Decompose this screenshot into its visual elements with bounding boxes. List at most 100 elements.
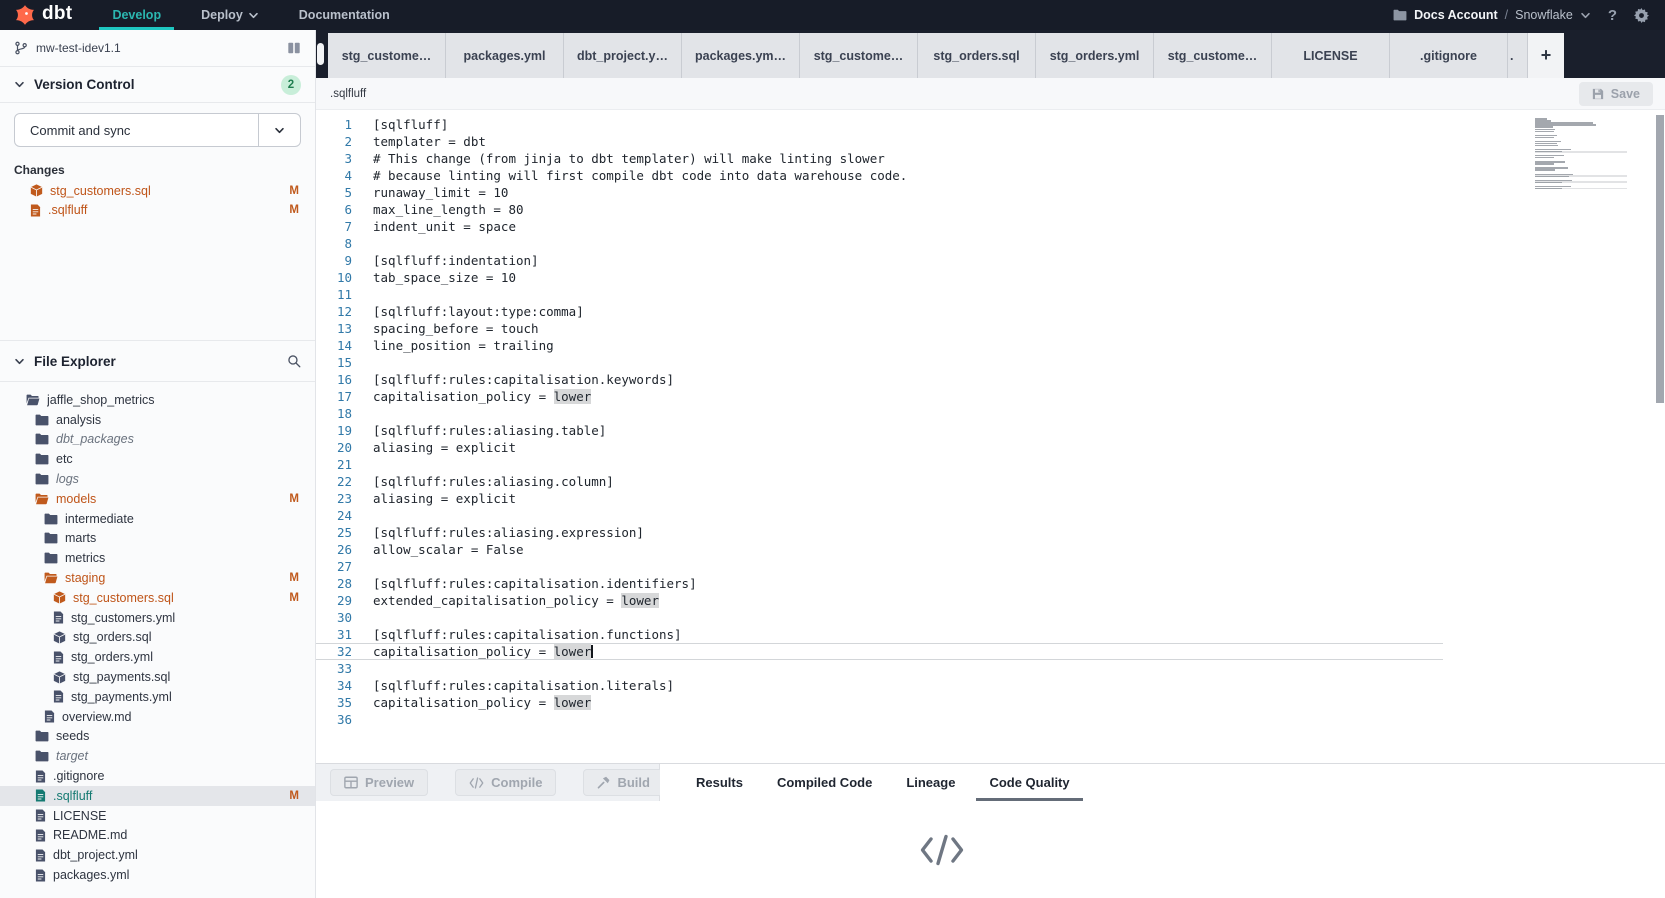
file-explorer-header[interactable]: File Explorer (0, 340, 315, 382)
panel-tab-lineage[interactable]: Lineage (906, 764, 955, 801)
code-line[interactable]: 27 (316, 558, 1665, 575)
file-tab[interactable]: packages.ym… (682, 33, 800, 78)
file-tree-item[interactable]: stg_payments.sql (0, 667, 315, 687)
file-tree-item[interactable]: dbt_packages (0, 430, 315, 450)
commit-and-sync-button[interactable]: Commit and sync (14, 113, 301, 147)
code-line[interactable]: 5runaway_limit = 10 (316, 184, 1665, 201)
code-line[interactable]: 14line_position = trailing (316, 337, 1665, 354)
save-button[interactable]: Save (1579, 82, 1653, 106)
file-tree-item[interactable]: stg_payments.yml (0, 687, 315, 707)
file-tab[interactable]: stg_custome… (1154, 33, 1272, 78)
file-tree-item[interactable]: overview.md (0, 707, 315, 727)
code-line[interactable]: 25[sqlfluff:rules:aliasing.expression] (316, 524, 1665, 541)
file-tab[interactable]: stg_orders.sql (918, 33, 1036, 78)
file-tree-item[interactable]: stg_customers.yml (0, 608, 315, 628)
code-line[interactable]: 4# because linting will first compile db… (316, 167, 1665, 184)
file-tree-item[interactable]: stg_orders.sql (0, 628, 315, 648)
panel-tab-results[interactable]: Results (696, 764, 743, 801)
code-line[interactable]: 10tab_space_size = 10 (316, 269, 1665, 286)
file-tab[interactable]: packages.yml (446, 33, 564, 78)
code-line[interactable]: 9[sqlfluff:indentation] (316, 252, 1665, 269)
nav-item-develop[interactable]: Develop (92, 0, 181, 30)
file-tree-item[interactable]: jaffle_shop_metrics (0, 390, 315, 410)
file-tree-item[interactable]: .gitignore (0, 766, 315, 786)
file-tree-item[interactable]: metrics (0, 548, 315, 568)
file-tree-item[interactable]: dbt_project.yml (0, 845, 315, 865)
file-tree-item[interactable]: stg_customers.sqlM (0, 588, 315, 608)
new-tab-button[interactable]: + (1528, 33, 1564, 78)
code-line[interactable]: 35capitalisation_policy = lower (316, 694, 1665, 711)
file-tree-item[interactable]: stg_orders.yml (0, 647, 315, 667)
panel-tab-code-quality[interactable]: Code Quality (989, 764, 1069, 801)
code-line[interactable]: 19[sqlfluff:rules:aliasing.table] (316, 422, 1665, 439)
gear-icon[interactable] (1634, 8, 1649, 23)
columns-layout-icon[interactable] (287, 41, 301, 55)
code-line[interactable]: 11 (316, 286, 1665, 303)
preview-button[interactable]: Preview (330, 769, 428, 796)
search-icon[interactable] (287, 354, 301, 368)
nav-item-deploy[interactable]: Deploy (181, 0, 279, 30)
code-line[interactable]: 23aliasing = explicit (316, 490, 1665, 507)
code-editor[interactable]: 1[sqlfluff]2templater = dbt3# This chang… (316, 110, 1665, 763)
code-line[interactable]: 29extended_capitalisation_policy = lower (316, 592, 1665, 609)
code-line[interactable]: 30 (316, 609, 1665, 626)
code-line[interactable]: 20aliasing = explicit (316, 439, 1665, 456)
code-line[interactable]: 15 (316, 354, 1665, 371)
code-line-text: [sqlfluff:rules:aliasing.column] (373, 473, 614, 490)
file-tab[interactable]: stg_custome… (328, 33, 446, 78)
code-line[interactable]: 36 (316, 711, 1665, 728)
file-tab[interactable]: stg_orders.yml (1036, 33, 1154, 78)
file-tab[interactable]: LICENSE (1272, 33, 1390, 78)
changed-file-item[interactable]: stg_customers.sqlM (0, 181, 315, 201)
code-line[interactable]: 1[sqlfluff] (316, 116, 1665, 133)
code-line[interactable]: 17capitalisation_policy = lower (316, 388, 1665, 405)
help-icon[interactable]: ? (1608, 7, 1617, 24)
code-line[interactable]: 26allow_scalar = False (316, 541, 1665, 558)
code-line[interactable]: 33 (316, 660, 1665, 677)
code-line[interactable]: 3# This change (from jinja to dbt templa… (316, 150, 1665, 167)
editor-scrollbar[interactable] (1656, 115, 1664, 403)
code-line[interactable]: 16[sqlfluff:rules:capitalisation.keyword… (316, 371, 1665, 388)
code-line[interactable]: 2templater = dbt (316, 133, 1665, 150)
code-line[interactable]: 13spacing_before = touch (316, 320, 1665, 337)
code-line[interactable]: 8 (316, 235, 1665, 252)
file-tab[interactable]: dbt_project.y… (564, 33, 682, 78)
code-line[interactable]: 34[sqlfluff:rules:capitalisation.literal… (316, 677, 1665, 694)
code-line[interactable]: 28[sqlfluff:rules:capitalisation.identif… (316, 575, 1665, 592)
file-tree-item[interactable]: modelsM (0, 489, 315, 509)
file-tree-item[interactable]: seeds (0, 727, 315, 747)
file-tree-item[interactable]: .sqlfluffM (0, 786, 315, 806)
file-tree-item[interactable]: README.md (0, 826, 315, 846)
file-tree-item[interactable]: analysis (0, 410, 315, 430)
code-line[interactable]: 31[sqlfluff:rules:capitalisation.functio… (316, 626, 1665, 643)
code-line[interactable]: 21 (316, 456, 1665, 473)
file-tree-item[interactable]: target (0, 746, 315, 766)
code-line[interactable]: 18 (316, 405, 1665, 422)
changed-file-item[interactable]: .sqlfluffM (0, 201, 315, 221)
panel-tab-compiled-code[interactable]: Compiled Code (777, 764, 872, 801)
compile-button[interactable]: Compile (455, 769, 556, 796)
code-line[interactable]: 12[sqlfluff:layout:type:comma] (316, 303, 1665, 320)
file-tab[interactable]: stg_custome… (800, 33, 918, 78)
nav-item-documentation[interactable]: Documentation (279, 0, 410, 30)
code-line[interactable]: 6max_line_length = 80 (316, 201, 1665, 218)
file-tree-item[interactable]: etc (0, 449, 315, 469)
file-tree-item[interactable]: intermediate (0, 509, 315, 529)
file-tab[interactable]: . (1508, 33, 1528, 78)
version-control-header[interactable]: Version Control 2 (0, 67, 315, 103)
file-tree-item[interactable]: LICENSE (0, 806, 315, 826)
file-tree-item[interactable]: marts (0, 529, 315, 549)
dbt-logo[interactable]: dbt (0, 0, 92, 30)
file-tree-item[interactable]: packages.yml (0, 865, 315, 885)
file-tree-item[interactable]: stagingM (0, 568, 315, 588)
account-switcher[interactable]: Docs Account / Snowflake (1393, 8, 1591, 22)
file-tree-item[interactable]: logs (0, 469, 315, 489)
editor-minimap[interactable] (1535, 118, 1611, 192)
code-line[interactable]: 32capitalisation_policy = lower (316, 643, 1665, 660)
code-line[interactable]: 24 (316, 507, 1665, 524)
commit-options-button[interactable] (258, 114, 300, 146)
branch-selector[interactable]: mw-test-idev1.1 (0, 30, 315, 67)
code-line[interactable]: 22[sqlfluff:rules:aliasing.column] (316, 473, 1665, 490)
code-line[interactable]: 7indent_unit = space (316, 218, 1665, 235)
file-tab[interactable]: .gitignore (1390, 33, 1508, 78)
